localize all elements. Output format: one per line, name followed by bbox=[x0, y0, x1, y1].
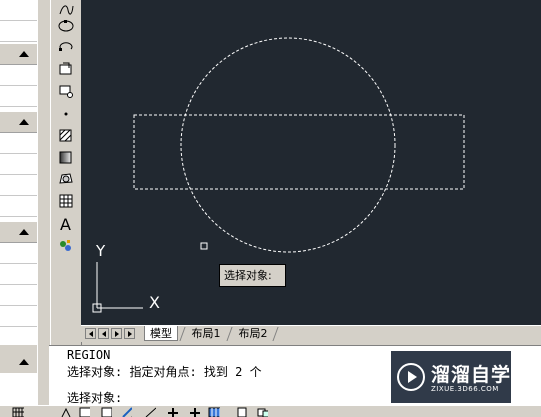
ucs-y-label: Y bbox=[95, 242, 106, 260]
object-snap-icon[interactable] bbox=[120, 407, 132, 417]
cursor-pickbox bbox=[200, 242, 208, 250]
object-snap-tracking-icon[interactable] bbox=[144, 407, 156, 417]
quick-properties-icon[interactable] bbox=[236, 407, 248, 417]
first-tab-button[interactable] bbox=[85, 328, 96, 339]
palette-row[interactable] bbox=[0, 373, 37, 405]
palette-section-header[interactable] bbox=[0, 112, 37, 133]
palette-row[interactable] bbox=[0, 154, 37, 175]
svg-text:A: A bbox=[60, 215, 71, 233]
collapse-arrow-icon bbox=[19, 359, 29, 365]
next-tab-button[interactable] bbox=[111, 328, 122, 339]
hatch-icon[interactable] bbox=[55, 125, 77, 145]
watermark-logo: 溜溜自学 ZIXUE.3D66.COM bbox=[391, 351, 511, 403]
table-icon[interactable] bbox=[55, 191, 77, 211]
selection-cycling-icon[interactable] bbox=[256, 407, 268, 417]
tab-model[interactable]: 模型 bbox=[144, 326, 178, 341]
command-history-line: 选择对象: 指定对角点: 找到 2 个 bbox=[67, 365, 262, 379]
next-arrow-icon bbox=[115, 331, 119, 337]
prev-tab-button[interactable] bbox=[98, 328, 109, 339]
command-line-side bbox=[0, 345, 50, 405]
tab-divider bbox=[179, 327, 186, 341]
ucs-icon bbox=[92, 262, 143, 313]
grid-display-icon[interactable] bbox=[12, 407, 24, 417]
palette-row[interactable] bbox=[0, 86, 37, 107]
make-block-icon[interactable] bbox=[55, 81, 77, 101]
draw-toolbar: A bbox=[50, 0, 82, 345]
gradient-icon[interactable] bbox=[55, 147, 77, 167]
palette-row[interactable] bbox=[0, 175, 37, 196]
palette-row[interactable] bbox=[0, 196, 37, 217]
ucs-x-label: X bbox=[149, 293, 160, 312]
add-selected-icon[interactable] bbox=[55, 235, 77, 255]
palette-row[interactable] bbox=[0, 21, 37, 42]
collapse-arrow-icon bbox=[19, 229, 29, 235]
selection-tooltip: 选择对象: bbox=[219, 264, 286, 287]
point-icon[interactable] bbox=[55, 103, 77, 123]
prev-arrow-icon bbox=[102, 331, 106, 337]
ortho-mode-icon[interactable] bbox=[78, 407, 90, 417]
last-arrow-icon bbox=[128, 331, 132, 337]
collapse-arrow-icon bbox=[19, 51, 29, 57]
palette-row[interactable] bbox=[0, 285, 37, 306]
play-triangle-icon bbox=[408, 371, 417, 383]
tab-divider bbox=[272, 327, 279, 341]
tab-layout2[interactable]: 布局2 bbox=[233, 326, 273, 341]
palette-row[interactable] bbox=[0, 133, 37, 154]
command-history-line: REGION bbox=[67, 348, 111, 362]
palette-section-header[interactable] bbox=[0, 222, 37, 243]
dynamic-ucs-icon[interactable] bbox=[166, 407, 178, 417]
command-prompt[interactable]: 选择对象: bbox=[67, 389, 122, 406]
lineweight-icon[interactable] bbox=[208, 407, 220, 417]
snap-mode-icon[interactable] bbox=[60, 407, 72, 417]
palette-row[interactable] bbox=[0, 264, 37, 285]
palette-row[interactable] bbox=[0, 0, 37, 21]
selected-rectangle[interactable] bbox=[133, 114, 465, 190]
layout-tab-bar: 模型 布局1 布局2 bbox=[81, 325, 541, 342]
palette-row[interactable] bbox=[0, 65, 37, 86]
ellipse-arc-icon[interactable] bbox=[55, 37, 77, 57]
drawing-svg: Y X bbox=[92, 37, 465, 313]
drawing-area[interactable]: Y X bbox=[81, 0, 541, 325]
polar-tracking-icon[interactable] bbox=[100, 407, 112, 417]
play-logo-icon bbox=[397, 363, 425, 391]
status-bar bbox=[0, 405, 541, 417]
palette-section-header[interactable] bbox=[0, 44, 37, 65]
first-arrow-icon bbox=[89, 331, 93, 337]
last-tab-button[interactable] bbox=[124, 328, 135, 339]
collapse-arrow-icon bbox=[19, 119, 29, 125]
region-icon[interactable] bbox=[55, 169, 77, 189]
insert-block-icon[interactable] bbox=[55, 59, 77, 79]
tab-divider bbox=[226, 327, 233, 341]
palette-section-header[interactable] bbox=[0, 351, 37, 374]
multiline-text-icon[interactable]: A bbox=[55, 214, 77, 234]
palette-row[interactable] bbox=[0, 306, 37, 327]
ellipse-icon[interactable] bbox=[55, 16, 77, 36]
watermark-subtitle: ZIXUE.3D66.COM bbox=[431, 385, 499, 393]
selected-circle[interactable] bbox=[180, 37, 396, 253]
autocad-window: A Y X 选择对象: 模型 布局1 布局2 REGION 选择对象: 指定对角… bbox=[0, 0, 541, 417]
properties-palette bbox=[0, 0, 38, 348]
tab-layout1[interactable]: 布局1 bbox=[186, 326, 226, 341]
watermark-title: 溜溜自学 bbox=[431, 364, 512, 386]
palette-scrollbar[interactable] bbox=[37, 0, 50, 345]
palette-row[interactable] bbox=[0, 243, 37, 264]
dynamic-input-icon[interactable] bbox=[188, 407, 200, 417]
